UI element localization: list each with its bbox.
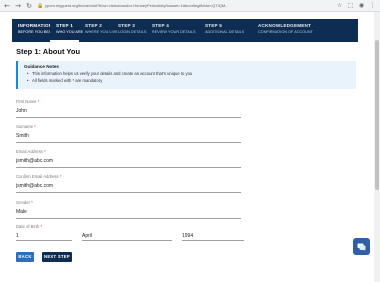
dob-inputs: 1 April 1994 — [16, 233, 244, 241]
star-icon[interactable]: ☆ — [336, 2, 343, 9]
browser-toolbar: ← → ↻ 🔒 ypom.myguest.org/home/visit?flow… — [0, 0, 380, 12]
dob-month-select[interactable]: April — [82, 233, 172, 241]
next-step-button[interactable]: NEXT STEP — [42, 252, 72, 262]
step-subtitle: BEFORE YOU BEGIN — [18, 30, 56, 34]
address-bar[interactable]: ypom.myguest.org/home/visit?flow=visitor… — [45, 3, 345, 8]
reload-icon[interactable]: ↻ — [25, 2, 33, 10]
step-subtitle: CONFIRMATION OF ACCOUNT — [258, 30, 313, 34]
guidance-item: All fields marked with * are mandatory — [27, 78, 350, 83]
step-information[interactable]: INFORMATION BEFORE YOU BEGIN — [12, 19, 56, 42]
progress-steps: INFORMATION BEFORE YOU BEGIN STEP 1 WHO … — [12, 19, 358, 42]
step-subtitle: ADDITIONAL DETAILS — [205, 30, 245, 34]
guidance-item: This information helps us verify your de… — [27, 71, 350, 76]
step-title: STEP 4 — [152, 23, 169, 28]
gender-field: Gender * Male — [16, 200, 241, 219]
first-name-input[interactable]: John — [16, 108, 241, 118]
confirm-email-input[interactable]: jsmith@abc.com — [16, 183, 241, 193]
chat-icon — [357, 243, 366, 251]
scrollbar-thumb[interactable] — [375, 40, 379, 190]
step-title: ACKNOWLEDGEMENT — [258, 23, 312, 28]
step-5[interactable]: STEP 5 ADDITIONAL DETAILS — [199, 19, 252, 42]
step-4[interactable]: STEP 4 REVIEW YOUR DETAILS — [146, 19, 199, 42]
page-title: Step 1: About You — [16, 47, 81, 56]
step-subtitle: WHO YOU ARE — [56, 30, 84, 34]
email-input[interactable]: jsmith@abc.com — [16, 158, 241, 168]
step-1[interactable]: STEP 1 WHO YOU ARE — [50, 19, 84, 42]
step-title: STEP 1 — [56, 23, 73, 28]
step-title: STEP 2 — [85, 23, 102, 28]
guidance-notes: Guidance Notes This information helps us… — [16, 61, 356, 89]
confirm-email-field: Confirm Email Address * jsmith@abc.com — [16, 174, 241, 193]
page-scrollbar[interactable] — [374, 12, 380, 282]
surname-field: Surname * Smith — [16, 124, 241, 143]
browser-actions: ☆ ⬚ ◉ ⋮ — [336, 2, 376, 9]
lock-icon[interactable]: 🔒 — [37, 3, 43, 9]
gender-label: Gender * — [16, 200, 33, 205]
step-title: STEP 3 — [118, 23, 135, 28]
step-title: INFORMATION — [18, 23, 53, 28]
confirm-email-label: Confirm Email Address * — [16, 174, 62, 179]
gender-select[interactable]: Male — [16, 209, 241, 219]
first-name-label: First Name * — [16, 99, 40, 104]
extensions-icon[interactable]: ⬚ — [347, 2, 354, 9]
first-name-field: First Name * John — [16, 99, 241, 118]
menu-icon[interactable]: ⋮ — [369, 2, 376, 9]
chat-widget-button[interactable] — [353, 238, 370, 255]
dob-day-input[interactable]: 1 — [16, 233, 72, 241]
step-subtitle: REVIEW YOUR DETAILS — [152, 30, 196, 34]
step-2[interactable]: STEP 2 WHERE YOU LIVE — [79, 19, 118, 42]
step-3[interactable]: STEP 3 LOGIN DETAILS — [112, 19, 146, 42]
step-subtitle: LOGIN DETAILS — [118, 30, 147, 34]
email-field: Email Address * jsmith@abc.com — [16, 149, 241, 168]
back-arrow-icon[interactable]: ← — [3, 2, 11, 10]
profile-icon[interactable]: ◉ — [358, 2, 365, 9]
surname-input[interactable]: Smith — [16, 133, 241, 143]
email-label: Email Address * — [16, 149, 46, 154]
dob-label: Date of Birth * — [16, 224, 43, 229]
step-title: STEP 5 — [205, 23, 222, 28]
guidance-title: Guidance Notes — [24, 64, 59, 69]
step-acknowledgement[interactable]: ACKNOWLEDGEMENT CONFIRMATION OF ACCOUNT — [252, 19, 352, 42]
back-button[interactable]: BACK — [16, 252, 34, 262]
step-subtitle: WHERE YOU LIVE — [85, 30, 118, 34]
dob-field: Date of Birth * — [16, 224, 241, 229]
surname-label: Surname * — [16, 124, 36, 129]
dob-year-input[interactable]: 1994 — [182, 233, 244, 241]
forward-arrow-icon[interactable]: → — [14, 2, 22, 10]
